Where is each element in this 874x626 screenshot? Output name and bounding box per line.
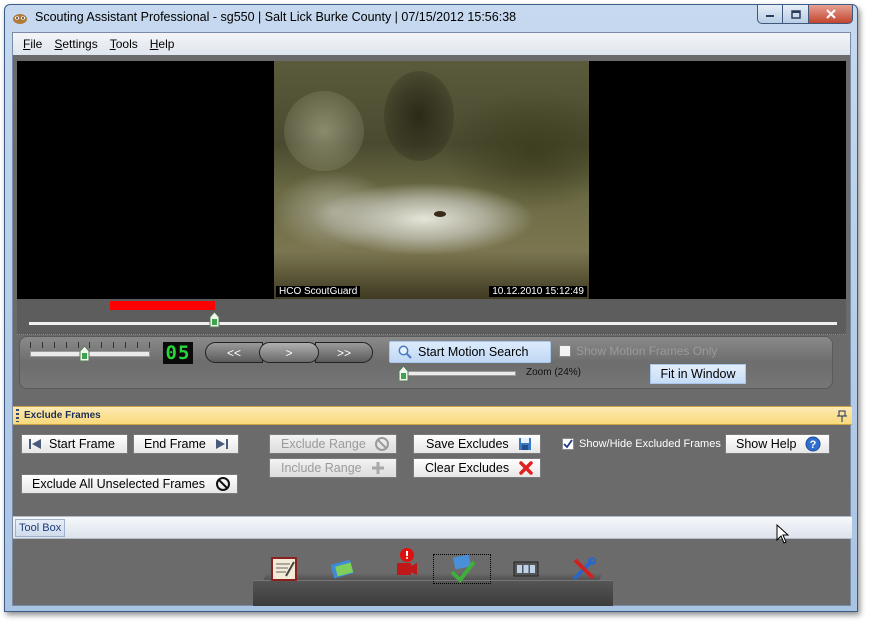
prohibit-icon [216,477,230,491]
title-bar[interactable]: Scouting Assistant Professional - sg550 … [5,5,857,31]
motion-search-label: Start Motion Search [418,345,529,359]
exclude-frames-header[interactable]: Exclude Frames [13,406,852,425]
report-icon[interactable] [268,554,300,584]
exclude-all-unselected-button[interactable]: Exclude All Unselected Frames [21,474,238,494]
verify-photo-icon[interactable] [433,554,491,584]
save-excludes-label: Save Excludes [426,437,509,451]
show-hide-excluded[interactable]: Show/Hide Excluded Frames [562,438,721,450]
skip-start-icon [29,439,41,449]
svg-text:?: ? [810,439,817,451]
navigation-buttons: << > >> [205,342,373,363]
include-range-label: Include Range [281,461,362,475]
plus-icon [371,462,384,474]
caption-buttons [757,5,853,25]
play-button[interactable]: > [259,342,319,363]
toolbox-tab[interactable]: Tool Box [15,519,66,537]
clear-excludes-button[interactable]: Clear Excludes [413,458,541,478]
speed-ticks [30,342,150,350]
save-excludes-button[interactable]: Save Excludes [413,434,541,454]
video-viewer[interactable]: HCO ScoutGuard 10.12.2010 15:12:49 [17,61,846,299]
tools-icon[interactable] [568,554,600,584]
end-frame-button[interactable]: End Frame [133,434,239,454]
timeline-marker [110,301,215,310]
maximize-icon [790,9,801,19]
exclude-range-button[interactable]: Exclude Range [269,434,397,454]
timeline-bar[interactable] [17,299,846,335]
skip-end-icon [215,439,228,449]
menu-bar: File Settings Tools Help [13,33,850,55]
menu-help[interactable]: Help [144,37,181,51]
start-motion-search-button[interactable]: Start Motion Search [389,341,551,363]
playback-controls: 05 << > >> Start Motion Search Show Moti… [19,336,833,389]
zoom-slider-track[interactable] [400,371,516,376]
window-title: Scouting Assistant Professional - sg550 … [35,10,517,24]
frame-counter: 05 [163,342,193,364]
start-frame-button[interactable]: Start Frame [21,434,128,454]
show-hide-label: Show/Hide Excluded Frames [579,438,721,450]
close-button[interactable] [809,5,853,24]
menu-settings[interactable]: Settings [48,37,103,51]
app-icon [13,14,27,24]
pin-icon[interactable] [837,410,847,422]
photos-icon[interactable] [327,554,359,584]
prohibit-icon [374,437,389,451]
show-hide-checkbox[interactable] [562,438,574,450]
app-window: Scouting Assistant Professional - sg550 … [4,4,858,612]
film-strip-icon[interactable] [510,554,542,584]
fit-in-window-button[interactable]: Fit in Window [650,364,746,384]
client-area: File Settings Tools Help HCO ScoutGuard … [12,32,852,606]
start-frame-label: Start Frame [49,437,115,451]
mouse-cursor-icon [776,524,790,544]
maximize-button[interactable] [783,5,809,24]
clear-excludes-label: Clear Excludes [425,461,510,475]
toolbox-header: Tool Box [13,516,852,539]
include-range-button[interactable]: Include Range [269,458,397,478]
minimize-button[interactable] [757,5,783,24]
grip-icon [16,409,19,422]
rewind-button[interactable]: << [205,342,263,363]
zoom-slider-thumb[interactable] [398,366,409,382]
show-help-button[interactable]: Show Help ? [725,434,830,454]
motion-only-checkbox[interactable] [559,345,571,357]
record-alert-icon[interactable] [389,548,421,578]
exclude-range-label: Exclude Range [281,437,366,451]
save-disk-icon [518,438,531,450]
motion-only-label: Show Motion Frames Only [576,344,718,358]
photo-timestamp: 10.12.2010 15:12:49 [489,286,587,297]
close-icon [825,9,836,19]
timeline-slider-thumb[interactable] [209,312,220,328]
show-help-label: Show Help [736,437,797,451]
red-x-icon [519,461,533,475]
menu-file[interactable]: File [17,37,48,51]
show-motion-frames-only[interactable]: Show Motion Frames Only [559,344,717,358]
menu-tools[interactable]: Tools [104,37,144,51]
exclude-all-label: Exclude All Unselected Frames [32,477,205,491]
end-frame-label: End Frame [144,437,206,451]
speed-slider-track[interactable] [30,351,150,357]
forward-button[interactable]: >> [315,342,373,363]
speed-slider-thumb[interactable] [79,346,90,362]
timeline-track[interactable] [29,322,837,325]
help-icon: ? [805,436,821,452]
minimize-icon [766,15,774,17]
checkmark-icon [563,439,573,449]
magnifier-icon [398,345,412,359]
trail-camera-photo: HCO ScoutGuard 10.12.2010 15:12:49 [274,61,589,299]
exclude-frames-title: Exclude Frames [24,410,101,421]
zoom-label: Zoom (24%) [526,367,582,378]
camera-label: HCO ScoutGuard [276,286,361,297]
